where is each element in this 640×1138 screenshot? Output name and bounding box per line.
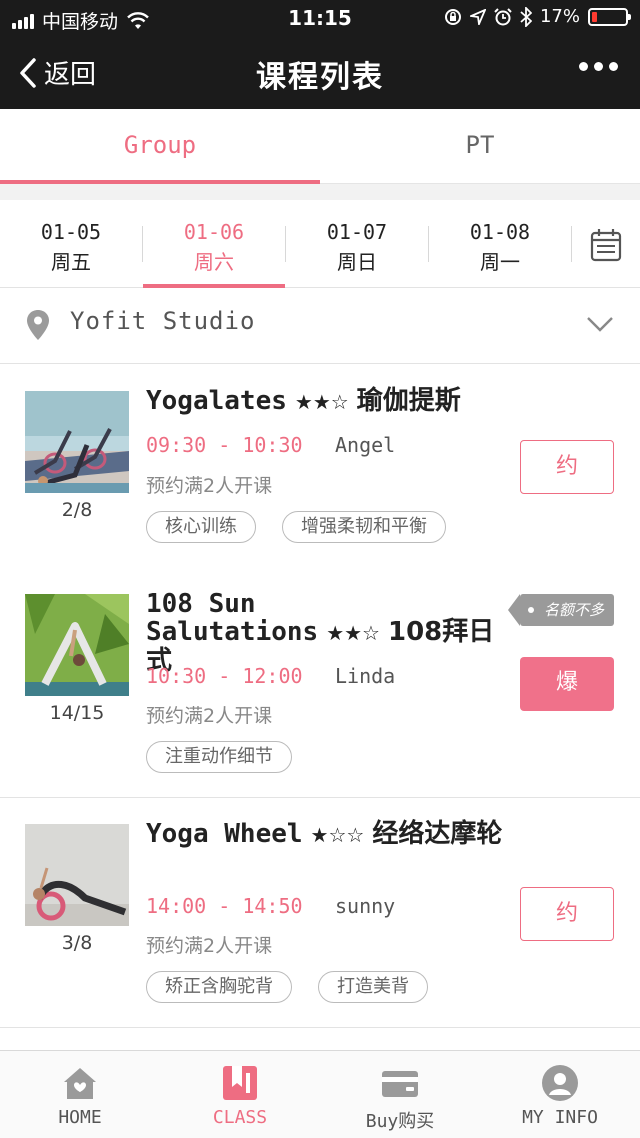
weekday-label: 周六 bbox=[194, 250, 234, 274]
rating-stars: ★★☆ bbox=[326, 621, 380, 645]
section-divider bbox=[0, 184, 640, 200]
studio-selector[interactable]: Yofit Studio bbox=[0, 289, 640, 364]
user-icon bbox=[542, 1065, 578, 1101]
class-title-cn: 瑜伽提斯 bbox=[356, 386, 461, 416]
tag-list: 注重动作细节 bbox=[146, 741, 292, 773]
tag-list: 矫正含胸驼背 打造美背 bbox=[146, 971, 428, 1003]
class-card[interactable]: 3/8 Yoga Wheel ★☆☆ 经络达摩轮 14:00 - 14:50 sun… bbox=[0, 798, 640, 1028]
class-tag: 核心训练 bbox=[146, 511, 256, 543]
tab-home[interactable]: HOME bbox=[0, 1051, 160, 1138]
rotation-lock-icon bbox=[444, 8, 461, 25]
class-thumbnail bbox=[25, 391, 129, 493]
bottom-tab-bar: HOME CLASS Buy购买 MY INFO bbox=[0, 1050, 640, 1138]
class-tag: 增强柔韧和平衡 bbox=[282, 511, 446, 543]
battery-icon bbox=[588, 7, 631, 26]
page-title: 课程列表 bbox=[256, 60, 384, 95]
class-thumbnail bbox=[25, 824, 129, 926]
date-label: 01-06 bbox=[183, 220, 245, 244]
booking-note: 预约满2人开课 bbox=[146, 935, 273, 957]
class-title-en: 108 Sun Salutations bbox=[146, 589, 319, 647]
calendar-icon[interactable] bbox=[590, 228, 622, 262]
capacity-label: 2/8 bbox=[61, 499, 93, 521]
more-icon[interactable] bbox=[579, 62, 618, 71]
book-button[interactable]: 约 bbox=[520, 887, 614, 941]
class-title: Yogalates ★★☆ 瑜伽提斯 bbox=[146, 387, 516, 416]
rating-stars: ★★☆ bbox=[294, 390, 349, 414]
weekday-label: 周五 bbox=[51, 250, 91, 274]
date-label: 01-05 bbox=[40, 220, 102, 244]
coach-name: sunny bbox=[335, 894, 396, 918]
bookmark-icon bbox=[223, 1066, 257, 1100]
location-icon bbox=[469, 8, 486, 25]
class-title-en: Yogalates bbox=[146, 386, 287, 416]
tag-list: 核心训练 增强柔韧和平衡 bbox=[146, 511, 446, 543]
tab-buy[interactable]: Buy购买 bbox=[320, 1051, 480, 1138]
limited-spots-badge: 名额不多 bbox=[507, 594, 614, 626]
tab-my-info[interactable]: MY INFO bbox=[480, 1051, 640, 1138]
alarm-icon bbox=[494, 7, 512, 25]
class-tag: 矫正含胸驼背 bbox=[146, 971, 292, 1003]
date-label: 01-08 bbox=[469, 220, 531, 244]
tab-label: Buy购买 bbox=[365, 1111, 435, 1132]
rating-stars: ★☆☆ bbox=[310, 823, 365, 847]
date-item-selected[interactable]: 01-06 周六 bbox=[143, 200, 285, 288]
class-card[interactable]: 2/8 Yogalates ★★☆ 瑜伽提斯 09:30 - 10:30 Angel… bbox=[0, 365, 640, 595]
class-time: 10:30 - 12:00 bbox=[146, 664, 303, 688]
weekday-label: 周日 bbox=[337, 250, 377, 274]
class-title-en: Yoga Wheel bbox=[146, 819, 303, 849]
battery-level bbox=[592, 11, 597, 22]
chevron-down-icon bbox=[587, 317, 613, 332]
tab-group[interactable]: Group bbox=[0, 109, 320, 184]
wallet-icon bbox=[382, 1071, 418, 1097]
date-item[interactable]: 01-07 周日 bbox=[286, 200, 428, 288]
divider bbox=[571, 226, 572, 262]
date-selector: 01-05 周五 01-06 周六 01-07 周日 01-08 周一 bbox=[0, 200, 640, 288]
coach-name: Linda bbox=[335, 664, 396, 688]
tab-label: CLASS bbox=[212, 1107, 268, 1128]
battery-percent: 17% bbox=[539, 6, 580, 27]
class-tag: 注重动作细节 bbox=[146, 741, 292, 773]
class-card[interactable]: 14/15 108 Sun Salutations ★★☆ 108拜日式 名额不多 … bbox=[0, 568, 640, 798]
class-time: 09:30 - 10:30 bbox=[146, 433, 303, 457]
class-title-cn: 经络达摩轮 bbox=[372, 819, 503, 849]
class-time: 14:00 - 14:50 bbox=[146, 894, 303, 918]
class-thumbnail bbox=[25, 594, 129, 696]
studio-name: Yofit Studio bbox=[70, 307, 256, 335]
class-title: 108 Sun Salutations ★★☆ 108拜日式 bbox=[146, 590, 516, 675]
date-item[interactable]: 01-08 周一 bbox=[429, 200, 571, 288]
capacity-label: 3/8 bbox=[61, 932, 93, 954]
date-item[interactable]: 01-05 周五 bbox=[0, 200, 142, 288]
location-pin-icon bbox=[27, 310, 49, 340]
bluetooth-icon bbox=[520, 6, 532, 27]
class-title: Yoga Wheel ★☆☆ 经络达摩轮 bbox=[146, 820, 516, 849]
weekday-label: 周一 bbox=[480, 250, 520, 274]
coach-name: Angel bbox=[335, 433, 396, 457]
class-tag: 打造美背 bbox=[318, 971, 428, 1003]
top-tabs: Group PT bbox=[0, 109, 640, 184]
date-label: 01-07 bbox=[326, 220, 388, 244]
home-icon bbox=[64, 1068, 96, 1099]
tab-pt[interactable]: PT bbox=[320, 109, 640, 184]
full-button[interactable]: 爆 bbox=[520, 657, 614, 711]
tab-label: HOME bbox=[58, 1107, 102, 1128]
book-button[interactable]: 约 bbox=[520, 440, 614, 494]
tab-class[interactable]: CLASS bbox=[160, 1051, 320, 1138]
tab-label: MY INFO bbox=[522, 1107, 598, 1128]
booking-note: 预约满2人开课 bbox=[146, 705, 273, 727]
booking-note: 预约满2人开课 bbox=[146, 475, 273, 497]
capacity-label: 14/15 bbox=[49, 702, 105, 724]
status-bar: 中国移动 11:15 17% bbox=[0, 0, 640, 36]
navigation-bar: 返回 课程列表 bbox=[0, 36, 640, 109]
